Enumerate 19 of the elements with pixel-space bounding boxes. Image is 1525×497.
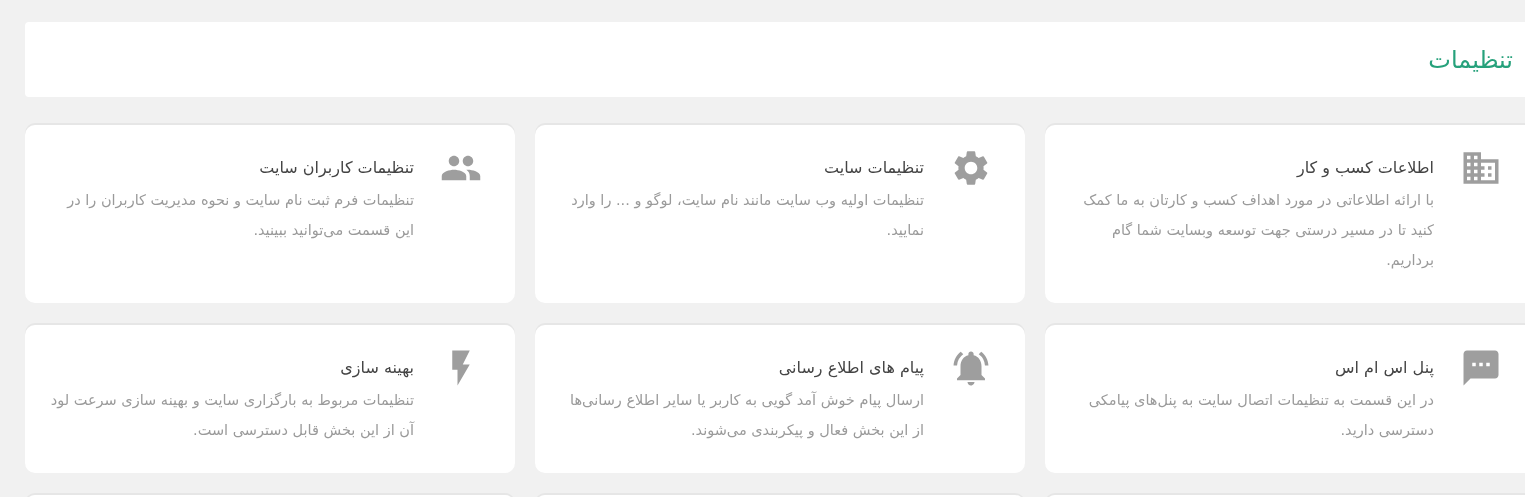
card-description: ارسال پیام خوش آمد گویی به کاربر یا سایر اطلاع رسانی‌ها از این بخش فعال و پیکربندی می‌شوند.	[569, 390, 924, 441]
card-description: در این قسمت به تنظیمات اتصال سایت به پنل‌های پیامکی دسترسی دارید.	[1087, 391, 1434, 441]
settings-card[interactable]: تنظیمات سایت تنظیمات اولیه وب سایت مانند نام سایت، لوگو و ... را وارد نمایید.	[535, 125, 1025, 303]
card-description: تنظیمات اولیه وب سایت مانند نام سایت، لوگو و ... را وارد نمایید.	[570, 191, 924, 240]
card-title: تنظیمات کاربران سایت	[258, 157, 414, 180]
settings-card[interactable]: پیام های اطلاع رسانی ارسال پیام خوش آمد گویی به کاربر یا سایر اطلاع رسانی‌ها از این بخش فعال و پیکربندی می‌شوند.	[535, 325, 1025, 473]
card-title: اطلاعات کسب و کار	[1295, 157, 1434, 180]
page-title: تنظیمات	[1428, 45, 1513, 74]
card-description: با ارائه اطلاعاتی در مورد اهداف کسب و کارتان به ما کمک کنید تا در مسیر درستی جهت توسعه وبسایت شما گام برداریم.	[1082, 191, 1434, 271]
settings-card[interactable]: اطلاعات کسب و کار با ارائه اطلاعاتی در مورد اهداف کسب و کارتان به ما کمک کنید تا در مسیر درستی جهت توسعه وبسایت شما گام برداریم.	[1045, 125, 1525, 303]
card-title: پنل اس ام اس	[1334, 357, 1434, 380]
settings-card[interactable]: بهینه سازی تنظیمات مربوط به بارگزاری سایت و بهینه سازی سرعت لود آن از این بخش قابل دسترسی است.	[25, 325, 515, 473]
card-description: تنظیمات مربوط به بارگزاری سایت و بهینه سازی سرعت لود آن از این بخش قابل دسترسی است.	[49, 391, 414, 441]
card-title: بهینه سازی	[339, 357, 414, 380]
card-title: پیام های اطلاع رسانی	[777, 357, 924, 380]
settings-card[interactable]: تنظیمات کاربران سایت تنظیمات فرم ثبت نام سایت و نحوه مدیریت کاربران را در این قسمت می‌توانید ببینید.	[25, 125, 515, 303]
card-description: تنظیمات فرم ثبت نام سایت و نحوه مدیریت کاربران را در این قسمت می‌توانید ببینید.	[65, 191, 414, 241]
card-title: تنظیمات سایت	[823, 157, 924, 179]
settings-card[interactable]: پنل اس ام اس در این قسمت به تنظیمات اتصال سایت به پنل‌های پیامکی دسترسی دارید.	[1045, 325, 1525, 473]
